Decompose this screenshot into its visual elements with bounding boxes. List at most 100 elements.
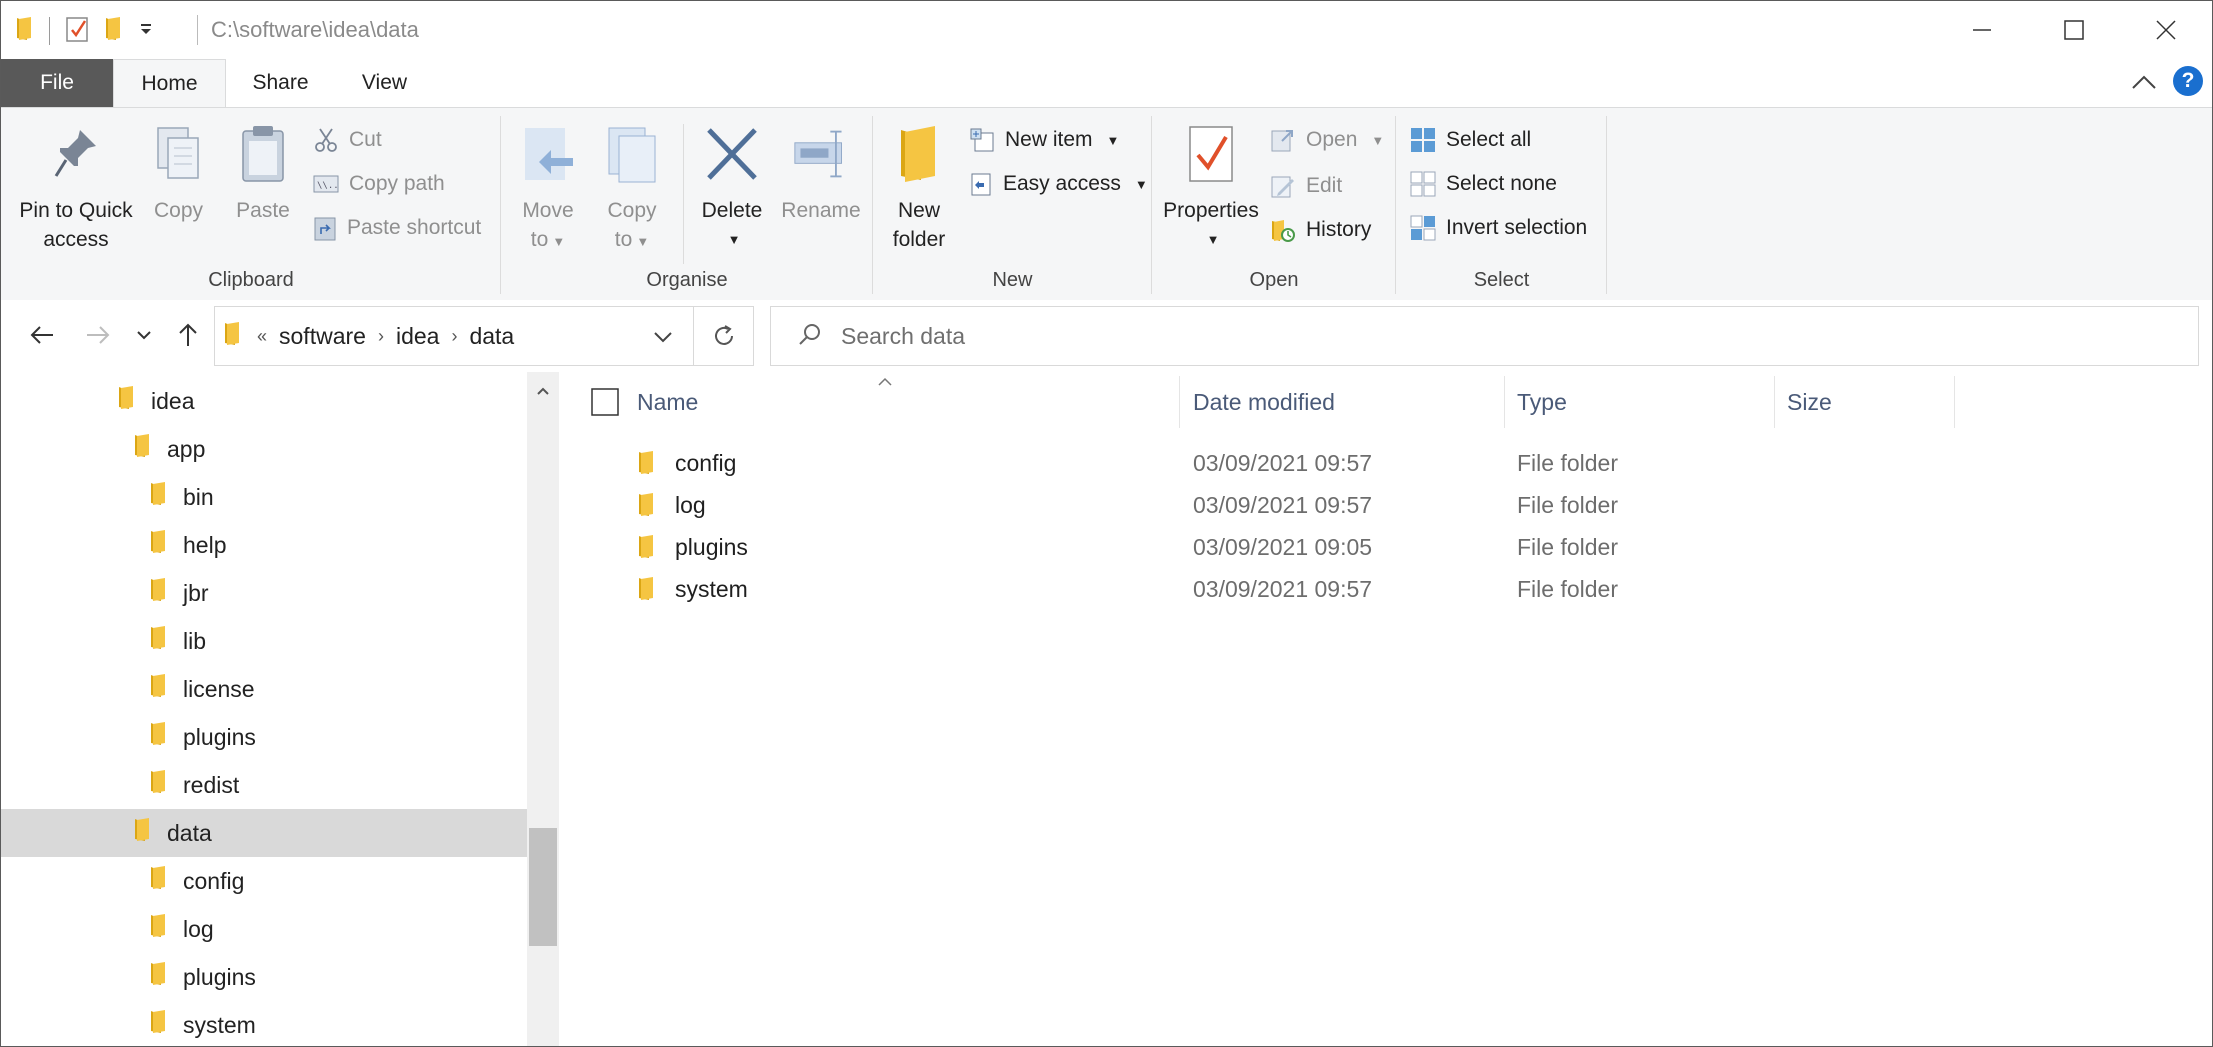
refresh-button[interactable] (693, 307, 754, 365)
delete-button[interactable]: Delete ▼ (695, 122, 769, 254)
select-all-button[interactable]: Select all (1410, 124, 1531, 156)
folder-icon (133, 433, 153, 465)
rename-button[interactable]: Rename (777, 122, 865, 225)
file-name[interactable]: plugins (675, 526, 1155, 568)
pin-to-quick-access-button[interactable]: Pin to Quick access (11, 122, 141, 254)
new-folder-icon[interactable] (104, 16, 124, 47)
copy-to-button[interactable]: Copy to ▼ (595, 122, 669, 256)
tree-item[interactable]: jbr (1, 569, 527, 617)
column-divider[interactable] (1774, 376, 1775, 428)
select-none-icon (1410, 171, 1436, 197)
column-header-type[interactable]: Type (1517, 372, 1757, 432)
copy-button[interactable]: Copy (141, 122, 216, 225)
column-divider[interactable] (1954, 376, 1955, 428)
tree-item[interactable]: system (1, 1001, 527, 1046)
column-header-size[interactable]: Size (1787, 372, 1947, 432)
tree-item[interactable]: data (1, 809, 527, 857)
column-divider[interactable] (1179, 376, 1180, 428)
help-button[interactable]: ? (2173, 66, 2203, 96)
breadcrumb-idea[interactable]: idea (396, 323, 439, 350)
pin-icon (48, 122, 104, 186)
tree-item[interactable]: lib (1, 617, 527, 665)
tree-item[interactable]: bin (1, 473, 527, 521)
file-row[interactable]: system 03/09/2021 09:57 File folder (561, 568, 2212, 610)
breadcrumb-data[interactable]: data (469, 323, 514, 350)
file-row[interactable]: config 03/09/2021 09:57 File folder (561, 442, 2212, 484)
delete-label: Delete (701, 199, 763, 222)
tab-file[interactable]: File (1, 59, 113, 107)
tab-home[interactable]: Home (113, 59, 226, 107)
open-button[interactable]: Open ▼ (1270, 124, 1384, 156)
collapse-ribbon-button[interactable] (2131, 73, 2157, 96)
scroll-up-button[interactable] (527, 378, 559, 404)
folder-icon (149, 769, 169, 801)
copy-path-button[interactable]: \\.. Copy path (313, 168, 445, 200)
tab-share[interactable]: Share (233, 59, 328, 107)
arrow-left-icon (30, 326, 53, 344)
folder-icon (149, 961, 169, 993)
select-none-button[interactable]: Select none (1410, 168, 1557, 200)
customize-toolbar-dropdown-icon[interactable] (138, 21, 154, 42)
copy-label: Copy (153, 199, 204, 222)
file-row[interactable]: log 03/09/2021 09:57 File folder (561, 484, 2212, 526)
new-item-button[interactable]: New item ▼ (969, 124, 1119, 156)
search-box[interactable]: Search data (770, 306, 2199, 366)
column-divider[interactable] (1504, 376, 1505, 428)
easy-access-button[interactable]: Easy access ▼ (969, 168, 1148, 200)
invert-selection-label: Invert selection (1446, 216, 1588, 239)
chevron-right-icon[interactable]: › (378, 326, 384, 347)
properties-button[interactable]: Properties ▼ (1158, 122, 1264, 254)
tree-item[interactable]: app (1, 425, 527, 473)
history-button[interactable]: History (1270, 214, 1371, 246)
new-folder-button[interactable]: New folder (879, 122, 959, 254)
open-dropdown-icon: ▼ (1371, 132, 1385, 148)
column-header-date-modified[interactable]: Date modified (1193, 372, 1493, 432)
scrollbar-thumb[interactable] (529, 828, 557, 946)
search-input[interactable]: Search data (841, 323, 965, 350)
tree-item-label: redist (183, 771, 240, 798)
folder-icon (223, 321, 243, 352)
maximize-button[interactable] (2028, 1, 2120, 59)
new-folder-line2: folder (892, 228, 946, 251)
close-button[interactable] (2120, 1, 2212, 59)
tree-item[interactable]: plugins (1, 953, 527, 1001)
pin-label-line2: access (43, 228, 109, 251)
address-bar[interactable]: « software › idea › data (214, 306, 754, 366)
navigation-pane-scrollbar[interactable] (527, 372, 559, 1046)
up-button[interactable] (169, 316, 207, 354)
move-to-button[interactable]: Move to ▼ (511, 122, 585, 256)
back-button[interactable] (23, 316, 61, 354)
file-name[interactable]: config (675, 442, 1155, 484)
tree-item[interactable]: log (1, 905, 527, 953)
tree-item[interactable]: help (1, 521, 527, 569)
file-row[interactable]: plugins 03/09/2021 09:05 File folder (561, 526, 2212, 568)
breadcrumb-overflow[interactable]: « (257, 326, 267, 347)
file-name[interactable]: system (675, 568, 1155, 610)
copy-to-line2: to ▼ (614, 228, 650, 251)
quick-access-toolbar (15, 14, 154, 48)
tree-item[interactable]: idea (1, 377, 527, 425)
cut-button[interactable]: Cut (313, 124, 382, 156)
tab-view[interactable]: View (337, 59, 432, 107)
tree-item[interactable]: plugins (1, 713, 527, 761)
chevron-right-icon[interactable]: › (451, 326, 457, 347)
tree-item[interactable]: license (1, 665, 527, 713)
paste-shortcut-button[interactable]: Paste shortcut (313, 212, 481, 244)
paste-button[interactable]: Paste (223, 122, 303, 225)
tree-item[interactable]: config (1, 857, 527, 905)
file-size (1787, 568, 1947, 610)
file-date-modified: 03/09/2021 09:57 (1193, 491, 1373, 518)
delete-x-icon (704, 122, 760, 186)
edit-button[interactable]: Edit (1270, 170, 1342, 202)
tree-item[interactable]: redist (1, 761, 527, 809)
minimize-button[interactable] (1936, 1, 2028, 59)
address-dropdown-button[interactable] (633, 317, 693, 357)
recent-locations-button[interactable] (129, 316, 159, 354)
forward-button[interactable] (79, 316, 117, 354)
column-header-name[interactable]: Name (637, 372, 1037, 432)
file-name[interactable]: log (675, 484, 1155, 526)
properties-icon[interactable] (64, 15, 90, 48)
select-all-checkbox[interactable] (591, 372, 619, 432)
breadcrumb-software[interactable]: software (279, 323, 366, 350)
invert-selection-button[interactable]: Invert selection (1410, 212, 1587, 244)
